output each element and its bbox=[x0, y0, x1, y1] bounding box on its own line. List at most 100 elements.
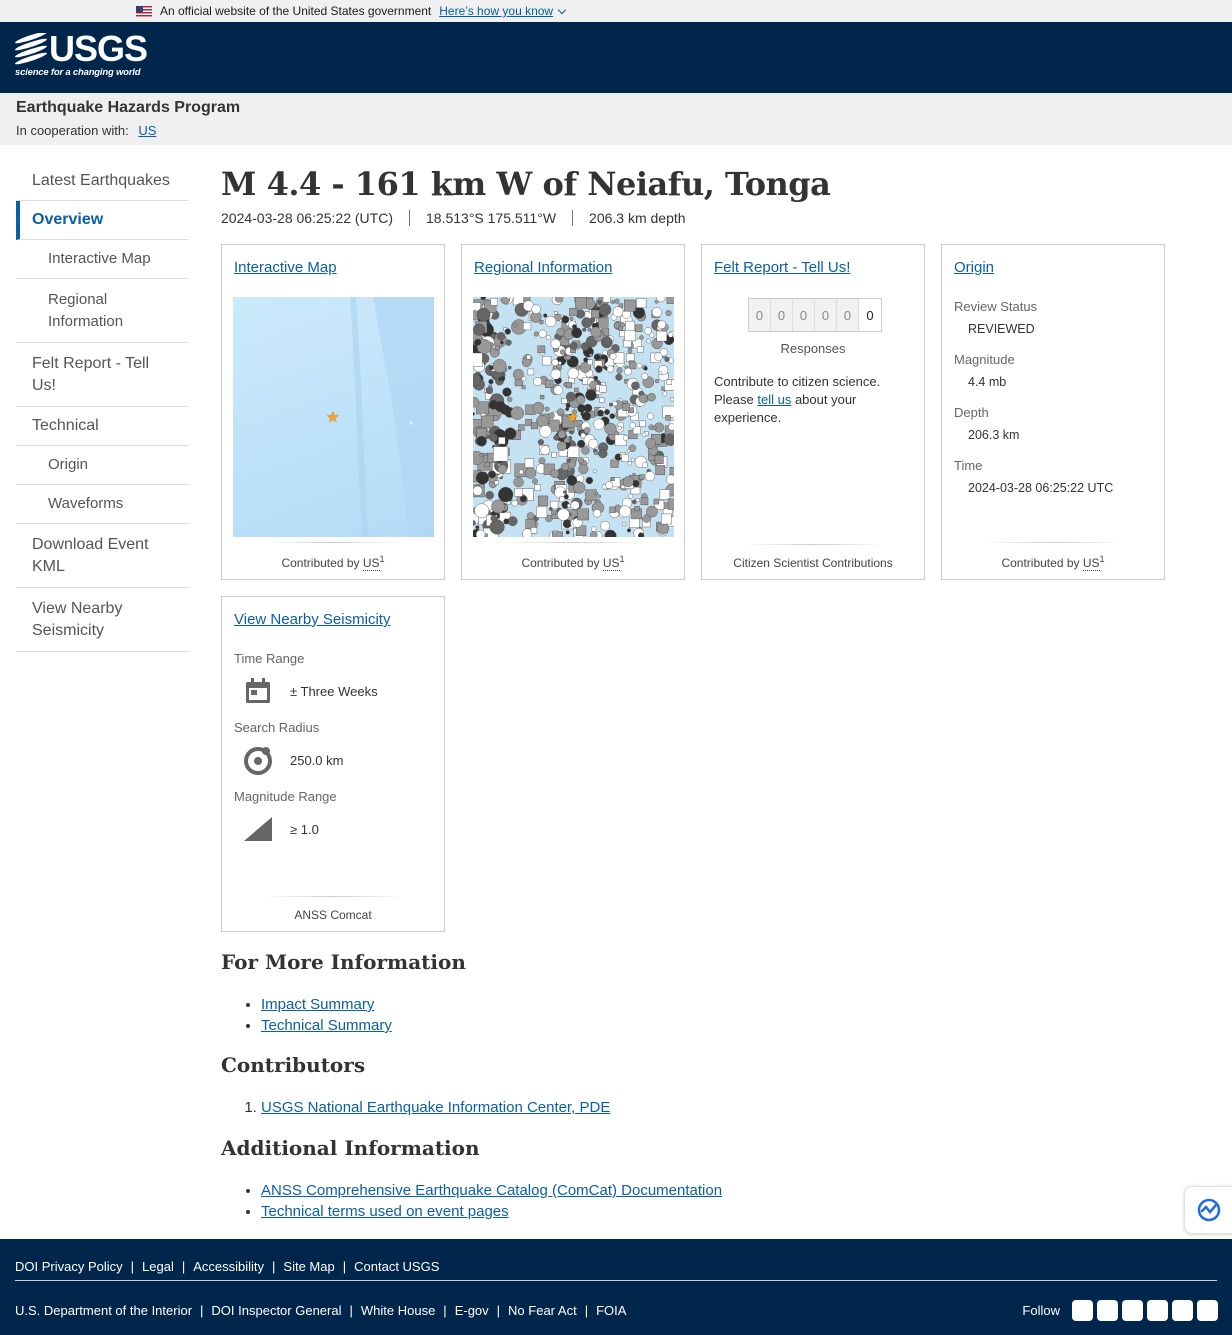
logo-tagline: science for a changing world bbox=[15, 67, 141, 78]
nearby-seismicity-link[interactable]: View Nearby Seismicity bbox=[234, 611, 390, 628]
event-title: M 4.4 - 161 km W of Neiafu, Tonga bbox=[221, 165, 831, 203]
seismicity-event-marker bbox=[587, 327, 592, 332]
seismicity-event-marker bbox=[655, 465, 666, 475]
seismicity-event-marker bbox=[538, 457, 546, 465]
seismicity-event-marker bbox=[636, 298, 647, 308]
seismicity-event-marker bbox=[646, 505, 658, 518]
regional-information-link[interactable]: Regional Information bbox=[474, 259, 612, 276]
footer-doi-link[interactable]: U.S. Department of the Interior bbox=[15, 1303, 192, 1318]
footer-egov-link[interactable]: E-gov bbox=[455, 1303, 489, 1318]
seismicity-event-marker bbox=[545, 379, 554, 389]
footer-accessibility-link[interactable]: Accessibility bbox=[193, 1259, 264, 1274]
seismicity-event-marker bbox=[602, 297, 611, 303]
tell-us-link[interactable]: tell us bbox=[757, 392, 791, 407]
feedback-widget-button[interactable] bbox=[1184, 1186, 1232, 1234]
facebook-icon[interactable]: f bbox=[1097, 1300, 1118, 1321]
seismicity-event-marker bbox=[605, 481, 614, 489]
counter-digit: 0 bbox=[749, 299, 771, 331]
origin-link[interactable]: Origin bbox=[954, 259, 994, 276]
seismicity-event-marker bbox=[632, 472, 636, 477]
social-follow: Follow t f ◉ •• ▶ ◎ bbox=[1022, 1300, 1218, 1321]
footer-divider bbox=[15, 1280, 1217, 1281]
logo-text: USGS bbox=[49, 28, 148, 69]
seismicity-event-marker bbox=[609, 413, 615, 419]
sidebar-item-interactive-map[interactable]: Interactive Map bbox=[16, 240, 189, 279]
regional-seismicity-map[interactable]: ★ bbox=[473, 297, 674, 537]
sidebar-item-waveforms[interactable]: Waveforms bbox=[16, 485, 189, 524]
seismicity-event-marker bbox=[536, 506, 548, 518]
flickr-icon[interactable]: •• bbox=[1147, 1300, 1168, 1321]
seismicity-event-marker bbox=[604, 529, 617, 537]
coop-link[interactable]: US bbox=[138, 123, 156, 138]
seismicity-event-marker bbox=[577, 457, 584, 464]
usgs-logo[interactable]: USGS science for a changing world bbox=[15, 28, 148, 78]
seismicity-event-marker bbox=[667, 498, 674, 510]
seismicity-event-marker bbox=[476, 307, 491, 322]
seismicity-event-marker bbox=[583, 427, 591, 434]
chevron-down-icon[interactable] bbox=[557, 5, 567, 14]
sidebar-item-download-kml[interactable]: Download Event KML bbox=[16, 524, 189, 588]
youtube-icon[interactable]: ▶ bbox=[1172, 1300, 1193, 1321]
footer-privacy-link[interactable]: DOI Privacy Policy bbox=[15, 1259, 123, 1274]
seismicity-event-marker bbox=[629, 422, 636, 429]
footer-legal-link[interactable]: Legal bbox=[142, 1259, 174, 1274]
seismicity-event-marker bbox=[505, 339, 512, 346]
technical-terms-link[interactable]: Technical terms used on event pages bbox=[261, 1203, 509, 1220]
sidebar-item-regional-information[interactable]: Regional Information bbox=[16, 279, 189, 343]
interactive-map-thumbnail[interactable]: ★ bbox=[233, 297, 434, 537]
footer-contact-link[interactable]: Contact USGS bbox=[354, 1259, 439, 1274]
seismicity-event-marker bbox=[572, 324, 577, 330]
interactive-map-link[interactable]: Interactive Map bbox=[234, 259, 337, 276]
impact-summary-link[interactable]: Impact Summary bbox=[261, 996, 374, 1013]
seismicity-event-marker bbox=[556, 327, 565, 337]
twitter-icon[interactable]: t bbox=[1072, 1300, 1093, 1321]
seismicity-event-marker bbox=[567, 367, 579, 379]
neic-link[interactable]: USGS National Earthquake Information Cen… bbox=[261, 1099, 610, 1116]
seismicity-event-marker bbox=[644, 471, 655, 482]
seismicity-event-marker bbox=[488, 470, 496, 479]
footer-whitehouse-link[interactable]: White House bbox=[361, 1303, 435, 1318]
seismicity-event-marker bbox=[558, 361, 562, 365]
seismicity-event-marker bbox=[627, 461, 632, 466]
footer-nofear-link[interactable]: No Fear Act bbox=[508, 1303, 577, 1318]
seismicity-event-marker bbox=[495, 345, 500, 351]
seismicity-event-marker bbox=[532, 401, 545, 414]
instagram-icon[interactable]: ◎ bbox=[1197, 1300, 1218, 1321]
github-icon[interactable]: ◉ bbox=[1122, 1300, 1143, 1321]
footer-sitemap-link[interactable]: Site Map bbox=[283, 1259, 334, 1274]
footer-inspector-link[interactable]: DOI Inspector General bbox=[211, 1303, 341, 1318]
sidebar-item-felt-report[interactable]: Felt Report - Tell Us! bbox=[16, 343, 189, 407]
how-you-know-link[interactable]: Here’s how you know bbox=[439, 4, 553, 18]
sidebar-item-latest-earthquakes[interactable]: Latest Earthquakes bbox=[16, 162, 189, 201]
seismicity-event-marker bbox=[631, 381, 640, 390]
seismicity-event-marker bbox=[537, 345, 546, 354]
sidebar-item-overview[interactable]: Overview bbox=[16, 201, 189, 240]
technical-summary-link[interactable]: Technical Summary bbox=[261, 1017, 392, 1034]
seismicity-event-marker bbox=[638, 532, 645, 537]
follow-label: Follow bbox=[1022, 1303, 1060, 1318]
sidebar-item-technical[interactable]: Technical bbox=[16, 407, 189, 446]
seismicity-event-marker bbox=[666, 474, 674, 485]
event-cards: Interactive Map ★ Contributed by US1 Reg… bbox=[221, 244, 1181, 944]
seismicity-event-marker bbox=[599, 397, 605, 403]
seismicity-event-marker bbox=[646, 338, 651, 344]
additional-info-list: ANSS Comprehensive Earthquake Catalog (C… bbox=[261, 1180, 722, 1222]
feedback-icon bbox=[1197, 1198, 1221, 1222]
seismicity-event-marker bbox=[668, 423, 674, 431]
sidebar-item-origin[interactable]: Origin bbox=[16, 446, 189, 485]
contributor-network: US bbox=[362, 556, 380, 571]
comcat-docs-link[interactable]: ANSS Comprehensive Earthquake Catalog (C… bbox=[261, 1182, 722, 1199]
seismicity-event-marker bbox=[610, 477, 615, 481]
seismicity-event-marker bbox=[496, 331, 506, 341]
seismicity-event-marker bbox=[476, 436, 487, 447]
seismicity-event-marker bbox=[582, 327, 587, 332]
seismicity-event-marker bbox=[585, 476, 593, 485]
felt-report-link[interactable]: Felt Report - Tell Us! bbox=[714, 259, 850, 276]
sidebar-item-nearby-seismicity[interactable]: View Nearby Seismicity bbox=[16, 588, 189, 652]
seismicity-event-marker bbox=[474, 338, 482, 346]
seismicity-event-marker bbox=[518, 469, 524, 475]
footer-foia-link[interactable]: FOIA bbox=[596, 1303, 626, 1318]
seismicity-event-marker bbox=[525, 467, 537, 479]
radius-target-icon bbox=[242, 744, 274, 776]
seismicity-event-marker bbox=[609, 353, 617, 360]
